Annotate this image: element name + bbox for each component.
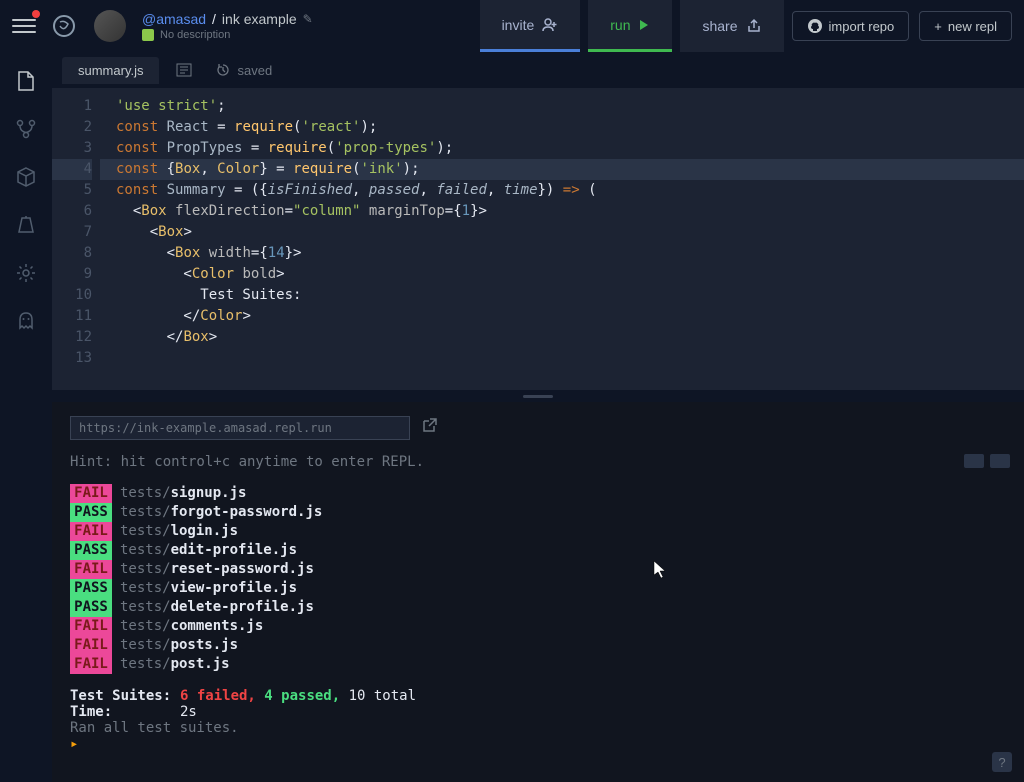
- console-hint: Hint: hit control+c anytime to enter REP…: [70, 454, 1006, 470]
- files-icon[interactable]: [15, 70, 37, 92]
- github-icon: [807, 18, 823, 34]
- history-icon: [215, 62, 231, 78]
- test-results: FAILtests/signup.jsPASStests/forgot-pass…: [70, 484, 1006, 674]
- repl-info: @amasad/ink example ✎ No description: [142, 11, 313, 41]
- open-external-icon[interactable]: [420, 417, 438, 439]
- pass-badge: PASS: [70, 579, 112, 598]
- tab-summary[interactable]: summary.js: [62, 57, 159, 84]
- test-row: PASStests/edit-profile.js: [70, 541, 1006, 560]
- header: @amasad/ink example ✎ No description inv…: [0, 0, 1024, 52]
- prompt[interactable]: ▸: [70, 736, 1006, 752]
- editor-tabs: summary.js saved: [52, 52, 1024, 88]
- edit-icon[interactable]: ✎: [303, 12, 313, 26]
- ghost-icon[interactable]: [15, 310, 37, 332]
- failed-count: 6 failed,: [180, 688, 256, 704]
- share-button[interactable]: share: [680, 0, 783, 52]
- pane-divider[interactable]: [52, 390, 1024, 402]
- test-row: FAILtests/reset-password.js: [70, 560, 1006, 579]
- suites-label: Test Suites:: [70, 688, 180, 704]
- console-pane: Hint: hit control+c anytime to enter REP…: [52, 402, 1024, 782]
- version-control-icon[interactable]: [15, 118, 37, 140]
- test-summary: Test Suites: 6 failed, 4 passed, 10 tota…: [70, 688, 1006, 752]
- settings-icon[interactable]: [15, 262, 37, 284]
- markdown-preview-icon[interactable]: [175, 61, 193, 79]
- sidebar: [0, 52, 52, 782]
- run-button[interactable]: run: [588, 0, 672, 52]
- terminal-input-icon[interactable]: [964, 454, 984, 468]
- repl-url-input[interactable]: [70, 416, 410, 440]
- menu-button[interactable]: [12, 14, 36, 38]
- test-row: FAILtests/signup.js: [70, 484, 1006, 503]
- pass-badge: PASS: [70, 541, 112, 560]
- test-row: PASStests/delete-profile.js: [70, 598, 1006, 617]
- time-value: 2s: [180, 704, 197, 720]
- ran-message: Ran all test suites.: [70, 720, 1006, 736]
- fail-badge: FAIL: [70, 522, 112, 541]
- pass-badge: PASS: [70, 503, 112, 522]
- debugger-icon[interactable]: [15, 214, 37, 236]
- packages-icon[interactable]: [15, 166, 37, 188]
- total-count: 10 total: [349, 688, 416, 704]
- share-icon: [746, 18, 762, 34]
- code-editor[interactable]: 12345678910111213 'use strict';const Rea…: [52, 88, 1024, 390]
- avatar[interactable]: [94, 10, 126, 42]
- test-row: FAILtests/login.js: [70, 522, 1006, 541]
- fail-badge: FAIL: [70, 617, 112, 636]
- repl-owner[interactable]: @amasad: [142, 11, 206, 27]
- play-icon: [638, 19, 650, 31]
- fail-badge: FAIL: [70, 560, 112, 579]
- plus-icon: +: [934, 19, 942, 34]
- invite-button[interactable]: invite: [480, 0, 581, 52]
- nodejs-icon: [142, 29, 154, 41]
- new-repl-button[interactable]: + new repl: [919, 11, 1012, 41]
- test-row: PASStests/forgot-password.js: [70, 503, 1006, 522]
- saved-indicator: saved: [215, 62, 272, 78]
- help-button[interactable]: ?: [992, 752, 1012, 772]
- pass-badge: PASS: [70, 598, 112, 617]
- passed-count: 4 passed,: [264, 688, 340, 704]
- test-row: FAILtests/post.js: [70, 655, 1006, 674]
- notification-dot-icon: [32, 10, 40, 18]
- fail-badge: FAIL: [70, 484, 112, 503]
- repl-name[interactable]: ink example: [222, 11, 297, 27]
- fail-badge: FAIL: [70, 636, 112, 655]
- test-row: FAILtests/comments.js: [70, 617, 1006, 636]
- repl-description: No description: [160, 29, 230, 41]
- import-repo-button[interactable]: import repo: [792, 11, 910, 41]
- time-label: Time:: [70, 704, 180, 720]
- test-row: FAILtests/posts.js: [70, 636, 1006, 655]
- test-row: PASStests/view-profile.js: [70, 579, 1006, 598]
- terminal-clear-icon[interactable]: [990, 454, 1010, 468]
- invite-icon: [542, 17, 558, 33]
- fail-badge: FAIL: [70, 655, 112, 674]
- replit-logo-icon[interactable]: [50, 12, 78, 40]
